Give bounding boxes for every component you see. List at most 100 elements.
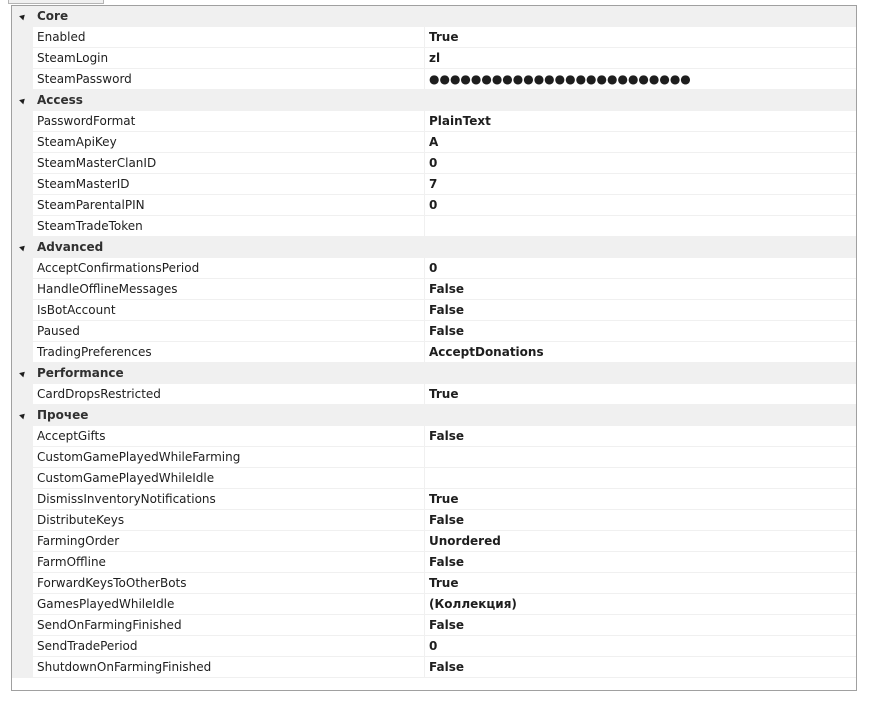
- row-gutter: [12, 552, 33, 573]
- property-value[interactable]: [425, 468, 856, 489]
- expanded-triangle-icon[interactable]: [19, 369, 27, 378]
- property-value[interactable]: 0: [425, 153, 856, 174]
- property-value[interactable]: False: [425, 426, 856, 447]
- expanded-triangle-icon[interactable]: [19, 12, 27, 21]
- property-row[interactable]: DismissInventoryNotifications True: [12, 489, 856, 510]
- property-name[interactable]: CustomGamePlayedWhileFarming: [33, 447, 425, 468]
- category-row[interactable]: Core: [12, 6, 856, 27]
- property-value[interactable]: True: [425, 573, 856, 594]
- property-name[interactable]: SteamTradeToken: [33, 216, 425, 237]
- property-grid[interactable]: Core Enabled True SteamLogin zl SteamPassword…: [11, 5, 857, 691]
- property-name[interactable]: CardDropsRestricted: [33, 384, 425, 405]
- property-row[interactable]: ForwardKeysToOtherBots True: [12, 573, 856, 594]
- expanded-triangle-icon[interactable]: [19, 96, 27, 105]
- property-row[interactable]: CustomGamePlayedWhileFarming: [12, 447, 856, 468]
- property-name[interactable]: FarmOffline: [33, 552, 425, 573]
- property-row[interactable]: SteamPassword ●●●●●●●●●●●●●●●●●●●●●●●●●: [12, 69, 856, 90]
- property-row[interactable]: SendOnFarmingFinished False: [12, 615, 856, 636]
- property-row[interactable]: Paused False: [12, 321, 856, 342]
- property-value[interactable]: PlainText: [425, 111, 856, 132]
- property-value[interactable]: 7: [425, 174, 856, 195]
- property-value[interactable]: True: [425, 384, 856, 405]
- property-row[interactable]: SteamParentalPIN 0: [12, 195, 856, 216]
- property-value[interactable]: False: [425, 321, 856, 342]
- property-name[interactable]: IsBotAccount: [33, 300, 425, 321]
- property-value[interactable]: True: [425, 27, 856, 48]
- property-name[interactable]: SendTradePeriod: [33, 636, 425, 657]
- property-value[interactable]: Unordered: [425, 531, 856, 552]
- property-row[interactable]: TradingPreferences AcceptDonations: [12, 342, 856, 363]
- row-gutter: [12, 69, 33, 90]
- property-value[interactable]: [425, 216, 856, 237]
- property-name[interactable]: AcceptConfirmationsPeriod: [33, 258, 425, 279]
- property-value[interactable]: A: [425, 132, 856, 153]
- property-row[interactable]: FarmingOrder Unordered: [12, 531, 856, 552]
- property-value[interactable]: 0: [425, 195, 856, 216]
- property-value[interactable]: AcceptDonations: [425, 342, 856, 363]
- property-name[interactable]: SteamMasterID: [33, 174, 425, 195]
- property-name[interactable]: DistributeKeys: [33, 510, 425, 531]
- property-value[interactable]: False: [425, 657, 856, 678]
- property-row[interactable]: AcceptConfirmationsPeriod 0: [12, 258, 856, 279]
- property-row[interactable]: SteamApiKey A: [12, 132, 856, 153]
- property-name[interactable]: PasswordFormat: [33, 111, 425, 132]
- property-row[interactable]: FarmOffline False: [12, 552, 856, 573]
- property-value[interactable]: zl: [425, 48, 856, 69]
- property-name[interactable]: GamesPlayedWhileIdle: [33, 594, 425, 615]
- property-name[interactable]: TradingPreferences: [33, 342, 425, 363]
- property-name[interactable]: SteamApiKey: [33, 132, 425, 153]
- property-name[interactable]: SteamLogin: [33, 48, 425, 69]
- property-name[interactable]: ShutdownOnFarmingFinished: [33, 657, 425, 678]
- category-label: Performance: [37, 366, 124, 380]
- property-value[interactable]: [425, 447, 856, 468]
- property-value[interactable]: False: [425, 510, 856, 531]
- property-value[interactable]: 0: [425, 258, 856, 279]
- property-row[interactable]: PasswordFormat PlainText: [12, 111, 856, 132]
- property-value[interactable]: 0: [425, 636, 856, 657]
- row-gutter: [12, 27, 33, 48]
- property-row[interactable]: GamesPlayedWhileIdle (Коллекция): [12, 594, 856, 615]
- property-name[interactable]: CustomGamePlayedWhileIdle: [33, 468, 425, 489]
- property-value[interactable]: True: [425, 489, 856, 510]
- property-name[interactable]: HandleOfflineMessages: [33, 279, 425, 300]
- property-name[interactable]: Enabled: [33, 27, 425, 48]
- property-name[interactable]: ForwardKeysToOtherBots: [33, 573, 425, 594]
- property-row[interactable]: SteamMasterClanID 0: [12, 153, 856, 174]
- property-row[interactable]: IsBotAccount False: [12, 300, 856, 321]
- property-name[interactable]: SteamPassword: [33, 69, 425, 90]
- row-gutter: [12, 468, 33, 489]
- property-row[interactable]: ShutdownOnFarmingFinished False: [12, 657, 856, 678]
- property-value[interactable]: False: [425, 279, 856, 300]
- property-row[interactable]: CardDropsRestricted True: [12, 384, 856, 405]
- property-name[interactable]: FarmingOrder: [33, 531, 425, 552]
- property-row[interactable]: Enabled True: [12, 27, 856, 48]
- property-row[interactable]: HandleOfflineMessages False: [12, 279, 856, 300]
- property-row[interactable]: SteamMasterID 7: [12, 174, 856, 195]
- property-name[interactable]: Paused: [33, 321, 425, 342]
- property-name[interactable]: SteamParentalPIN: [33, 195, 425, 216]
- property-value[interactable]: False: [425, 300, 856, 321]
- property-row[interactable]: AcceptGifts False: [12, 426, 856, 447]
- property-row[interactable]: DistributeKeys False: [12, 510, 856, 531]
- property-name[interactable]: SteamMasterClanID: [33, 153, 425, 174]
- property-name[interactable]: SendOnFarmingFinished: [33, 615, 425, 636]
- property-name[interactable]: AcceptGifts: [33, 426, 425, 447]
- property-value[interactable]: False: [425, 552, 856, 573]
- property-row[interactable]: SteamTradeToken: [12, 216, 856, 237]
- category-label: Advanced: [37, 240, 104, 254]
- property-value[interactable]: False: [425, 615, 856, 636]
- category-row[interactable]: Access: [12, 90, 856, 111]
- property-row[interactable]: CustomGamePlayedWhileIdle: [12, 468, 856, 489]
- expanded-triangle-icon[interactable]: [19, 243, 27, 252]
- property-row[interactable]: SteamLogin zl: [12, 48, 856, 69]
- property-row[interactable]: SendTradePeriod 0: [12, 636, 856, 657]
- property-value[interactable]: (Коллекция): [425, 594, 856, 615]
- category-row[interactable]: Прочее: [12, 405, 856, 426]
- property-name[interactable]: DismissInventoryNotifications: [33, 489, 425, 510]
- expanded-triangle-icon[interactable]: [19, 411, 27, 420]
- row-gutter: [12, 657, 33, 678]
- category-row[interactable]: Performance: [12, 363, 856, 384]
- category-row[interactable]: Advanced: [12, 237, 856, 258]
- row-gutter: [12, 174, 33, 195]
- property-value[interactable]: ●●●●●●●●●●●●●●●●●●●●●●●●●: [425, 69, 856, 90]
